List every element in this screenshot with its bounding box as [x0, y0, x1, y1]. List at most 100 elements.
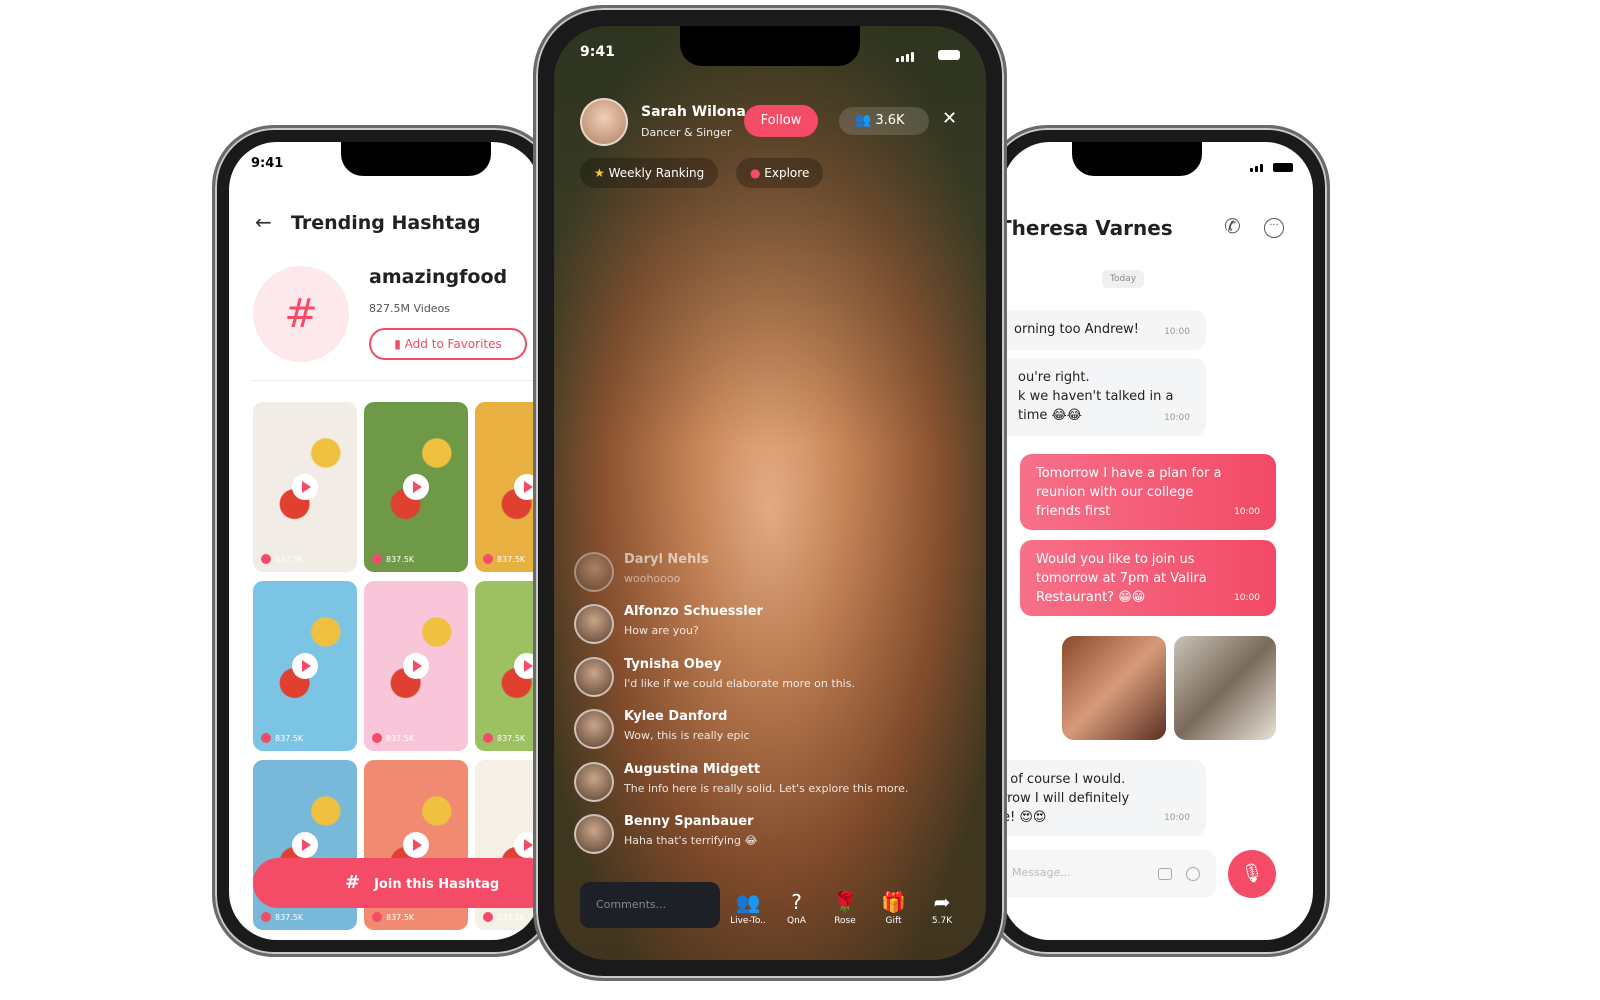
view-count: 837.5K: [372, 912, 414, 922]
message-incoming: , of course I would. rrow I will definit…: [1002, 760, 1206, 836]
play-icon[interactable]: [292, 832, 318, 858]
commenter-avatar[interactable]: [574, 656, 614, 697]
status-time: 9:41: [251, 156, 284, 171]
battery-icon: [938, 50, 960, 60]
play-icon[interactable]: [403, 653, 429, 679]
play-icon[interactable]: [292, 474, 318, 500]
message-incoming: orning too Andrew! 10:00: [1002, 310, 1206, 350]
contact-name: Theresa Varnes: [1002, 216, 1173, 240]
action-users-button[interactable]: 👥 Live-To..: [728, 890, 768, 926]
play-icon[interactable]: [292, 653, 318, 679]
microphone-button[interactable]: 🎙: [1228, 850, 1276, 898]
restaurant-photo[interactable]: [1174, 636, 1276, 740]
commenter-avatar[interactable]: [574, 604, 614, 645]
play-count-icon: [261, 733, 271, 743]
host-name: Sarah Wilona: [641, 104, 746, 120]
play-count-icon: [483, 912, 493, 922]
back-arrow-icon[interactable]: ←: [255, 210, 272, 234]
play-icon[interactable]: [403, 832, 429, 858]
view-count: 837.5K: [261, 733, 303, 743]
add-to-favorites-button[interactable]: ▮ Add to Favorites: [369, 328, 527, 360]
message-input[interactable]: Message...: [1002, 850, 1216, 898]
video-tile[interactable]: 837.5K: [253, 581, 357, 751]
follow-button[interactable]: Follow: [744, 105, 818, 137]
comment-item: Benny Spanbauer Haha that's terrifying 😂: [574, 814, 757, 854]
camera-icon[interactable]: [1186, 867, 1200, 881]
hashtag-icon: #: [345, 872, 361, 893]
message-outgoing: Would you like to join us tomorrow at 7p…: [1020, 540, 1276, 616]
commenter-name: Augustina Midgett: [624, 761, 761, 777]
comment-item: Alfonzo Schuessler How are you?: [574, 604, 763, 645]
comment-text: Wow, this is really epic: [624, 729, 750, 743]
battery-icon: [1273, 163, 1293, 172]
action-share-button[interactable]: ➦ 5.7K: [922, 890, 962, 926]
view-count: 837.5K: [261, 912, 303, 922]
comment-text: I'd like if we could elaborate more on t…: [624, 676, 855, 690]
host-avatar[interactable]: [580, 98, 628, 146]
hashtag-icon: #: [253, 266, 349, 362]
commenter-avatar[interactable]: [574, 552, 614, 592]
video-tile[interactable]: 837.5K: [364, 581, 468, 751]
page-title: Trending Hashtag: [291, 212, 481, 234]
comment-text: Haha that's terrifying 😂: [624, 834, 758, 847]
video-count: 827.5M Videos: [369, 302, 451, 315]
commenter-name: Tynisha Obey: [624, 656, 722, 672]
comment-item: Tynisha Obey I'd like if we could elabora…: [574, 656, 855, 697]
commenter-avatar[interactable]: [574, 814, 614, 854]
weekly-ranking-chip[interactable]: ★ Weekly Ranking: [580, 158, 719, 188]
commenter-name: Kylee Danford: [624, 709, 728, 725]
commenter-avatar[interactable]: [574, 709, 614, 750]
close-icon[interactable]: ✕: [942, 108, 957, 129]
restaurant-photo[interactable]: [1062, 636, 1166, 740]
action-gift-button[interactable]: 🎁 Gift: [874, 890, 914, 926]
message-incoming: ou're right. k we haven't talked in a ti…: [1002, 358, 1206, 436]
rose-icon: 🌹: [832, 890, 858, 914]
explore-chip[interactable]: ● Explore: [736, 158, 824, 188]
action-question-button[interactable]: ? QnA: [777, 890, 817, 926]
view-count: 837.5K: [261, 554, 303, 564]
live-stream-phone: 9:41 Sarah Wilona Dancer & Singer Follow…: [533, 5, 1007, 981]
comment-item: Augustina Midgett The info here is really…: [574, 761, 909, 802]
play-count-icon: [372, 554, 382, 564]
join-hashtag-button[interactable]: # Join this Hashtag: [253, 858, 540, 908]
comment-text: The info here is really solid. Let's exp…: [624, 781, 909, 795]
hashtag-name: amazingfood: [369, 266, 508, 288]
notch: [1072, 142, 1202, 176]
users-icon: 👥: [735, 890, 761, 914]
commenter-avatar[interactable]: [574, 761, 614, 802]
status-time: 9:41: [580, 44, 615, 60]
comment-input[interactable]: Comments...: [580, 882, 720, 928]
view-count: 837.5K: [372, 733, 414, 743]
phone-call-icon[interactable]: ✆: [1224, 214, 1241, 238]
comment-item: Kylee Danford Wow, this is really epic: [574, 709, 750, 750]
video-tile[interactable]: 837.5K: [253, 402, 357, 572]
play-icon[interactable]: [403, 474, 429, 500]
commenter-name: Daryl Nehls: [624, 552, 709, 567]
play-count-icon: [372, 912, 382, 922]
action-rose-button[interactable]: 🌹 Rose: [825, 890, 865, 926]
hashtag-phone: 9:41 ← Trending Hashtag # amazingfood 82…: [212, 125, 557, 957]
comment-text: How are you?: [624, 624, 699, 638]
star-icon: ★: [594, 166, 609, 180]
bookmark-icon: ▮: [394, 337, 405, 351]
play-count-icon: [261, 554, 271, 564]
message-outgoing: Tomorrow I have a plan for a reunion wit…: [1020, 454, 1276, 530]
video-tile[interactable]: 837.5K: [364, 402, 468, 572]
viewers-icon: 👥: [855, 113, 876, 128]
view-count: 837.5K: [372, 554, 414, 564]
viewer-count[interactable]: 👥 3.6K: [839, 107, 929, 135]
action-label: 5.7K: [931, 916, 953, 926]
video-tile[interactable]: 837.5K: [475, 581, 540, 751]
gift-icon: 🎁: [881, 890, 906, 914]
more-options-icon[interactable]: ···: [1264, 218, 1284, 238]
play-count-icon: [483, 733, 493, 743]
action-label: Gift: [885, 916, 902, 926]
action-label: Rose: [834, 916, 856, 926]
image-icon[interactable]: [1158, 868, 1172, 880]
action-label: QnA: [787, 916, 806, 926]
play-count-icon: [261, 912, 271, 922]
comment-item: Daryl Nehls woohoooo: [574, 552, 709, 592]
video-tile[interactable]: 837.5K: [475, 402, 540, 572]
view-count: 837.5K: [483, 912, 525, 922]
play-count-icon: [372, 733, 382, 743]
